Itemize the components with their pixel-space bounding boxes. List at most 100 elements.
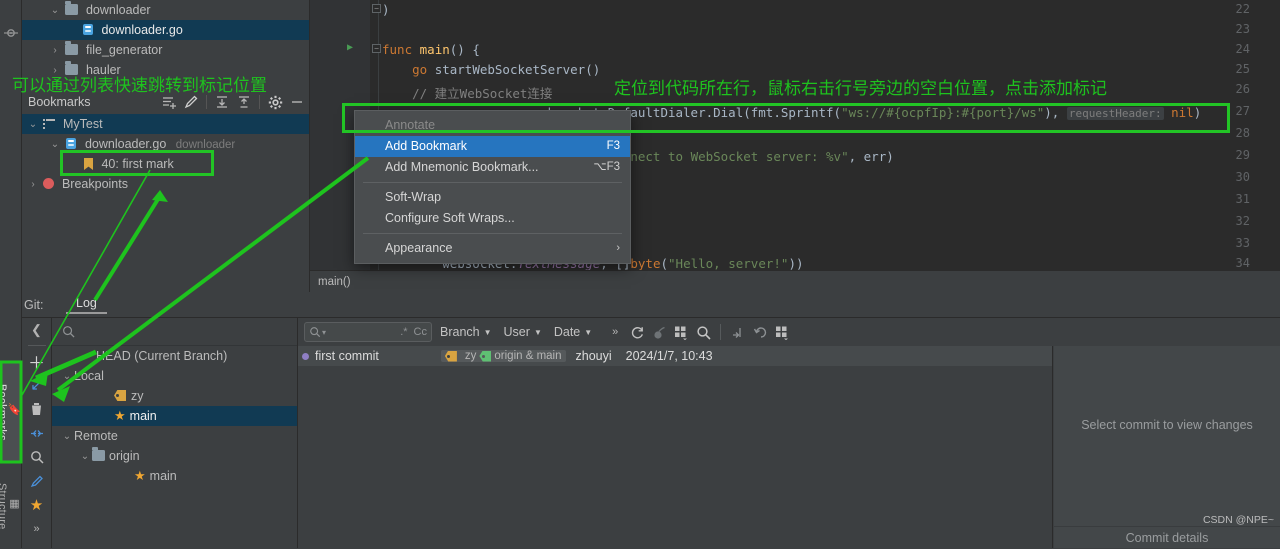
go-to-hash-icon[interactable] — [727, 321, 749, 343]
branch-row-zy[interactable]: zy — [52, 386, 297, 406]
favorite-star-icon: ★ — [134, 468, 146, 483]
chevron-down-icon: ▼ — [534, 328, 542, 337]
git-mini-toolbar: ❮ ＋ ↙ — [22, 318, 52, 548]
menu-item-shortcut: F3 — [607, 136, 620, 157]
revert-icon[interactable] — [749, 321, 771, 343]
menu-item-label: Soft-Wrap — [385, 187, 441, 208]
tree-row-label: downloader.go — [101, 23, 182, 37]
chevron-down-icon: ▼ — [584, 328, 592, 337]
menu-item-annotate[interactable]: Annotate — [355, 115, 630, 136]
branch-row-label: zy — [131, 389, 144, 403]
rebase-icon[interactable] — [25, 469, 49, 493]
cherry-pick-icon[interactable] — [648, 321, 670, 343]
changes-empty-text: Select commit to view changes — [1054, 418, 1280, 432]
show-branches-icon[interactable] — [670, 321, 692, 343]
view-options-icon[interactable] — [771, 321, 793, 343]
commit-list[interactable]: first commit zy origin & main zhouyi 202… — [298, 346, 1053, 548]
branch-row-main-remote[interactable]: ★main — [52, 466, 297, 486]
tree-row[interactable]: downloader.go — [22, 20, 309, 40]
tag-icon — [445, 351, 457, 362]
checkout-branch-icon[interactable]: ↙ — [25, 373, 49, 397]
search-commits-icon[interactable] — [692, 321, 714, 343]
more-actions-icon[interactable]: » — [25, 517, 49, 541]
branch-row-main-local[interactable]: ★ main — [52, 406, 297, 426]
structure-dot-icon[interactable] — [4, 26, 18, 40]
tool-tab-structure[interactable]: ▦ Structure — [1, 470, 21, 542]
bookmark-group-breakpoints[interactable]: › Breakpoints — [22, 174, 309, 194]
filter-date-label: Date — [554, 325, 580, 339]
commit-row[interactable]: first commit zy origin & main zhouyi 202… — [298, 346, 1052, 366]
chevron-down-icon[interactable]: ⌄ — [60, 427, 74, 447]
menu-item-add-bookmark[interactable]: Add Bookmark F3 — [355, 136, 630, 157]
more-filters-icon[interactable]: » — [604, 321, 626, 343]
bookmark-file-label: downloader.go — [85, 137, 166, 151]
branch-row-label: HEAD (Current Branch) — [96, 349, 227, 363]
menu-item-configure-soft-wraps[interactable]: Configure Soft Wraps... — [355, 208, 630, 229]
branch-group-local[interactable]: ⌄Local — [52, 366, 297, 386]
delete-branch-icon[interactable] — [25, 397, 49, 421]
chevron-right-icon[interactable]: › — [48, 41, 62, 61]
tab-log-label: Log — [76, 296, 97, 310]
hide-panel-icon[interactable] — [287, 92, 307, 112]
merge-branch-icon[interactable] — [25, 421, 49, 445]
search-icon — [309, 326, 321, 338]
add-branch-icon[interactable]: ＋ — [25, 349, 49, 373]
branch-row-label: main — [130, 409, 157, 423]
branch-group-remote[interactable]: ⌄Remote — [52, 426, 297, 446]
divider — [28, 345, 46, 346]
commit-details-tab[interactable]: Commit details — [1054, 526, 1280, 548]
menu-item-appearance[interactable]: Appearance › — [355, 238, 630, 259]
refresh-icon[interactable] — [626, 321, 648, 343]
tree-row[interactable]: ⌄ downloader — [22, 0, 309, 20]
run-gutter-icon[interactable]: ▶ — [347, 42, 353, 53]
bookmark-group-label: Breakpoints — [62, 177, 128, 191]
tool-tab-bookmarks[interactable]: 🔖 Bookmarks — [1, 362, 21, 462]
menu-item-shortcut: ⌥F3 — [593, 157, 620, 178]
bookmark-group-mytest[interactable]: ⌄ MyTest — [22, 114, 309, 134]
menu-item-label: Annotate — [385, 115, 435, 136]
favorite-star-icon: ★ — [114, 408, 126, 423]
search-branch-icon[interactable] — [25, 445, 49, 469]
filter-branch[interactable]: Branch ▼ — [440, 325, 492, 339]
code-line-24: func main() { — [382, 42, 480, 57]
chevron-down-icon[interactable]: ▾ — [322, 328, 326, 337]
chevron-down-icon[interactable]: ⌄ — [26, 115, 40, 135]
tool-tab-structure-label: Structure — [0, 483, 8, 529]
chevron-right-icon[interactable]: › — [26, 175, 40, 195]
tag-icon — [114, 390, 126, 401]
branch-group-origin[interactable]: ⌄origin — [52, 446, 297, 466]
tab-log[interactable]: Log — [66, 296, 107, 314]
chevron-down-icon[interactable]: ⌄ — [48, 1, 62, 21]
gutter-context-menu[interactable]: Annotate Add Bookmark F3 Add Mnemonic Bo… — [354, 110, 631, 264]
watermark-text: CSDN @NPE~ — [1203, 514, 1274, 526]
annotation-note-left: 可以通过列表快速跳转到标记位置 — [12, 71, 267, 96]
folder-icon — [65, 4, 78, 15]
branch-row-head[interactable]: HEAD (Current Branch) — [52, 346, 297, 366]
tree-row[interactable]: › file_generator — [22, 40, 309, 60]
chevron-down-icon[interactable]: ⌄ — [78, 447, 92, 467]
filter-date[interactable]: Date ▼ — [554, 325, 592, 339]
code-line-22: ) — [382, 2, 390, 17]
bookmark-item-first-mark[interactable]: 40: first mark — [22, 154, 309, 174]
filter-user[interactable]: User ▼ — [504, 325, 542, 339]
search-icon — [62, 325, 75, 338]
list-icon — [43, 119, 55, 129]
branch-filter-field[interactable] — [52, 318, 297, 346]
chevron-down-icon: ▼ — [484, 328, 492, 337]
breadcrumb[interactable]: main() — [310, 270, 1280, 292]
settings-gear-icon[interactable] — [265, 92, 285, 112]
menu-item-soft-wrap[interactable]: Soft-Wrap — [355, 187, 630, 208]
favorite-star-icon[interactable]: ★ — [25, 493, 49, 517]
chevron-down-icon[interactable]: ⌄ — [48, 135, 62, 155]
bookmark-file-row[interactable]: ⌄ downloader.go downloader — [22, 134, 309, 154]
divider — [206, 95, 207, 109]
bookmark-file-sublabel: downloader — [176, 139, 235, 151]
bookmarks-title: Bookmarks — [28, 95, 91, 109]
case-toggle[interactable]: Cc — [414, 326, 427, 338]
regex-toggle[interactable]: .* — [400, 326, 407, 338]
collapse-panel-icon[interactable]: ❮ — [25, 318, 49, 342]
commit-search-input[interactable]: ▾ .* Cc — [304, 322, 432, 342]
chevron-down-icon[interactable]: ⌄ — [60, 367, 74, 387]
menu-item-add-mnemonic-bookmark[interactable]: Add Mnemonic Bookmark... ⌥F3 — [355, 157, 630, 178]
breakpoint-icon — [43, 178, 54, 189]
